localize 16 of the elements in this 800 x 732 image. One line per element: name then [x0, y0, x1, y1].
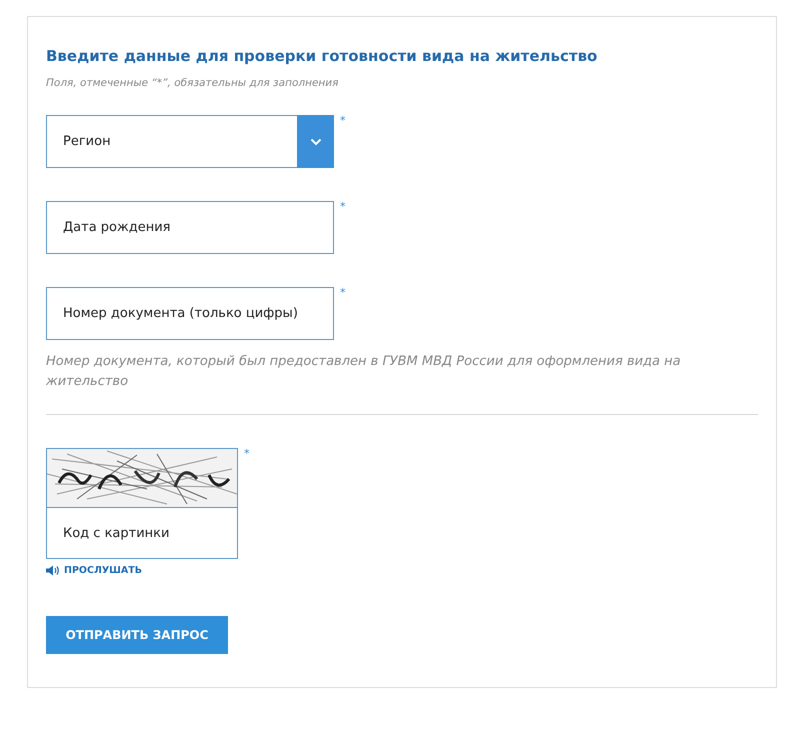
listen-link[interactable]: ПРОСЛУШАТЬ — [46, 565, 142, 576]
submit-button[interactable]: ОТПРАВИТЬ ЗАПРОС — [46, 616, 228, 654]
speaker-icon — [46, 565, 60, 576]
required-mark: * — [244, 448, 250, 459]
required-mark: * — [340, 115, 346, 126]
chevron-down-icon — [310, 138, 322, 146]
required-mark: * — [340, 201, 346, 212]
input-field[interactable]: Дата рождения — [46, 201, 334, 254]
dropdown-button[interactable] — [297, 115, 334, 168]
field-hint: Номер документа, который был предоставлен в ГУВМ МВД России для оформления вида на жительство — [46, 353, 682, 390]
required-note: Поля, отмеченные “*”, обязательны для заполнения — [46, 77, 340, 89]
required-mark: * — [340, 287, 346, 298]
form-title: Введите данные для проверки готовности вида на жительство — [46, 47, 598, 65]
input-field[interactable]: Номер документа (только цифры) — [46, 287, 334, 340]
region-select[interactable]: Регион — [46, 115, 334, 168]
captcha-input-field[interactable]: Код с картинки — [46, 507, 238, 559]
